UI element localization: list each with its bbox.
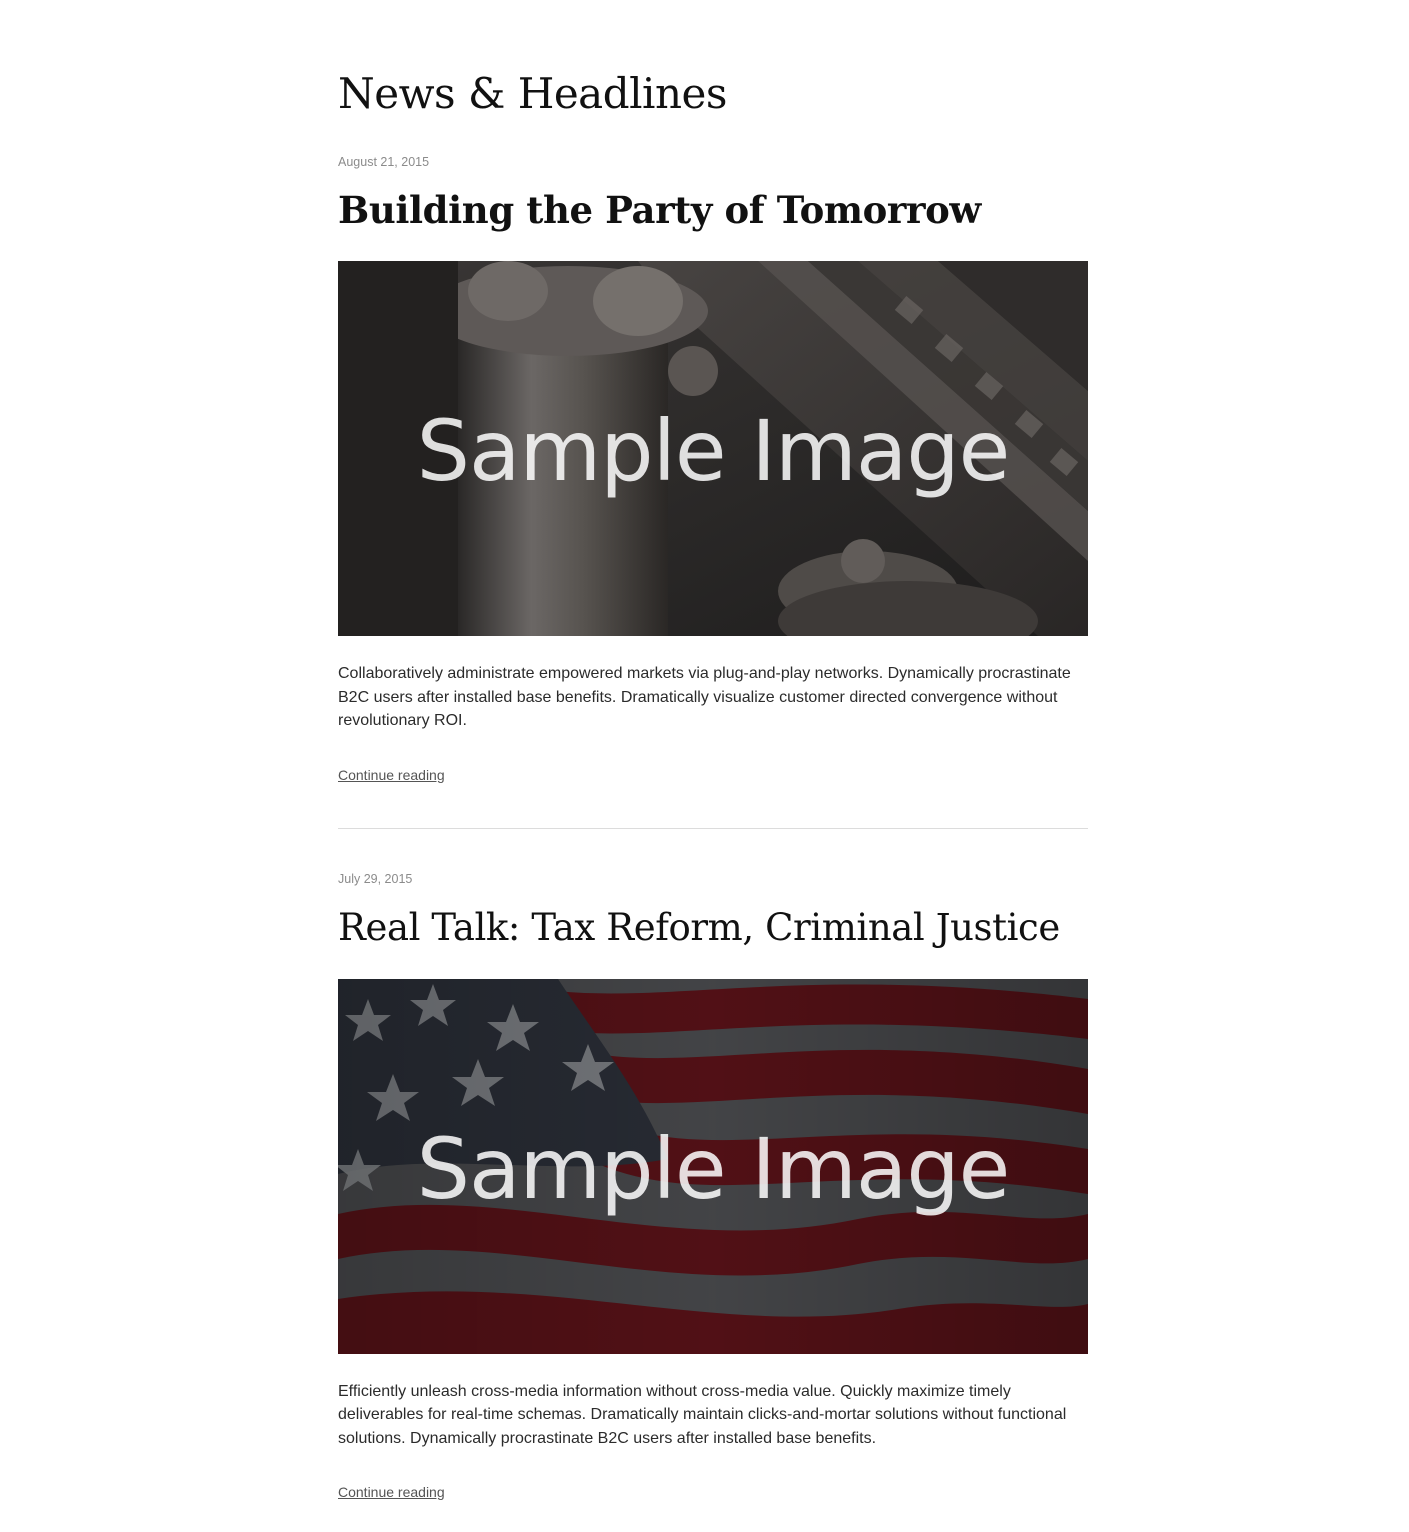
post-excerpt: Efficiently unleash cross-media informat… [338,1382,1067,1447]
post-excerpt: Collaboratively administrate empowered m… [338,665,1071,729]
continue-reading-link[interactable]: Continue reading [338,766,445,784]
post-date: July 29, 2015 [338,871,413,886]
news-post: August 21, 2015 Building the Party of To… [338,154,1088,785]
post-image-columns[interactable]: Sample Image [338,261,1088,636]
image-caption: Sample Image [416,402,1011,500]
post-image-flag[interactable]: Sample Image [338,978,1088,1354]
post-title[interactable]: Building the Party of Tomorrow [338,187,1088,233]
post-title[interactable]: Real Talk: Tax Reform, Criminal Justice [338,905,1088,951]
continue-reading-link[interactable]: Continue reading [338,1483,445,1501]
post-divider [338,827,1088,829]
image-caption: Sample Image [416,1119,1011,1218]
main-content: News & Headlines August 21, 2015 Buildin… [338,0,1088,1502]
page-title: News & Headlines [338,69,727,118]
post-date: August 21, 2015 [338,155,430,169]
news-post: July 29, 2015 Real Talk: Tax Reform, Cri… [338,871,1088,1503]
